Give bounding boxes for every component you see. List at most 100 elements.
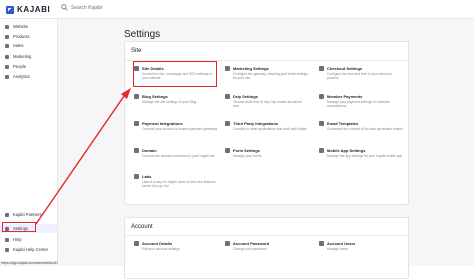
tile-desc: Change your password: [233, 247, 267, 251]
card-icon: [134, 121, 139, 126]
tile-desc: Customize the content of the auto genera…: [327, 127, 403, 131]
tile-labs[interactable]: Labs Labs is a way for Kajabi users to te…: [134, 174, 219, 202]
tile-title: Payment Integrations: [142, 121, 183, 126]
users-icon: [319, 241, 324, 246]
tile-desc: Connect your account to trusted payment …: [142, 127, 218, 131]
tile-blog-settings[interactable]: Blog Settings Manage the site settings of…: [134, 94, 219, 122]
search-bar[interactable]: [61, 4, 171, 11]
blog-icon: [134, 94, 139, 99]
section-heading: Account: [131, 224, 153, 230]
tile-mobile-app-settings[interactable]: Mobile App Settings Manage the app settin…: [319, 148, 404, 176]
sidebar-item-label: Marketing: [13, 54, 32, 59]
tile-title: Checkout Settings: [327, 66, 363, 71]
tile-desc: Edit your account settings: [142, 247, 180, 251]
tile-title: Member Payments: [327, 94, 363, 99]
tile-desc: Labs is a way for Kajabi users to test n…: [142, 180, 216, 188]
sidebar-item-kajabi-partners[interactable]: Kajabi Partners: [0, 210, 57, 219]
sidebar-item-label: Analytics: [13, 74, 30, 79]
search-input[interactable]: [71, 4, 171, 11]
sidebar-item-label: Help: [13, 237, 22, 242]
tile-desc: Configure the look and feel of your chec…: [327, 72, 392, 80]
logo-text: KAJABI: [17, 5, 51, 14]
form-icon: [225, 148, 230, 153]
email-icon: [319, 121, 324, 126]
tile-title: Mobile App Settings: [327, 148, 366, 153]
sidebar-item-label: Website: [13, 24, 29, 29]
tile-drip-settings[interactable]: Drip Settings Choose what time of day Dri…: [225, 94, 310, 122]
tile-title: Account Users: [327, 241, 356, 246]
tile-desc: Connect the domain connected to your Kaj…: [142, 154, 215, 158]
sidebar-item-label: Kajabi Partners: [13, 212, 42, 217]
tile-domain[interactable]: Domain Connect the domain connected to yo…: [134, 148, 219, 176]
tile-title: Account Details: [142, 241, 173, 246]
help-icon: [5, 237, 9, 242]
divider: [125, 235, 408, 236]
sidebar-item-marketing[interactable]: Marketing: [0, 52, 57, 61]
flask-icon: [134, 174, 139, 179]
tile-desc: Choose what time of day Drip emails shou…: [233, 100, 302, 108]
sidebar-item-label: Kajabi Help Center: [13, 247, 49, 252]
sidebar-item-people[interactable]: People: [0, 62, 57, 71]
tile-desc: Connect to other applications that work …: [233, 127, 307, 131]
tile-form-settings[interactable]: Form Settings Manage your forms: [225, 148, 310, 176]
tile-desc: Manage the app settings for your Kajabi …: [327, 154, 403, 158]
tile-third-party-integrations[interactable]: Third Party Integrations Connect to other…: [225, 121, 310, 149]
tile-title: Email Templates: [327, 121, 359, 126]
tile-desc: Configure the gateway, branding and emai…: [233, 72, 308, 80]
search-icon: [61, 4, 68, 11]
tile-desc: Manage users: [327, 247, 348, 251]
tile-desc: Manage the site settings of your Blog: [142, 100, 197, 104]
sidebar-item-products[interactable]: Products: [0, 32, 57, 41]
kajabi-logo-icon: [6, 5, 14, 14]
drip-icon: [225, 94, 230, 99]
tile-account-password[interactable]: Account Password Change your password: [225, 241, 310, 269]
kajabi-logo[interactable]: KAJABI: [6, 5, 50, 14]
tile-title: Third Party Integrations: [233, 121, 279, 126]
site-details-highlight-box: [133, 61, 217, 87]
sidebar-item-help[interactable]: Help: [0, 235, 57, 244]
lock-icon: [225, 241, 230, 246]
megaphone-icon: [5, 54, 9, 59]
settings-highlight-box: [2, 222, 36, 232]
tile-account-details[interactable]: Account Details Edit your account setting…: [134, 241, 219, 269]
page-title: Settings: [124, 29, 161, 40]
monitor-icon: [5, 24, 9, 29]
sidebar-item-label: Products: [13, 34, 30, 39]
sidebar-item-sales[interactable]: Sales: [0, 41, 57, 50]
sidebar-item-label: Sales: [13, 43, 24, 48]
tile-title: Marketing Settings: [233, 66, 269, 71]
box-icon: [5, 34, 9, 39]
payment-icon: [319, 94, 324, 99]
chart-icon: [5, 74, 9, 79]
tile-account-users[interactable]: Account Users Manage users: [319, 241, 404, 269]
globe-icon: [134, 148, 139, 153]
tile-title: Labs: [142, 174, 152, 179]
tile-member-payments[interactable]: Member Payments Manage your payment setti…: [319, 94, 404, 122]
tile-title: Drip Settings: [233, 94, 258, 99]
people-icon: [5, 64, 9, 69]
tile-marketing-settings[interactable]: Marketing Settings Configure the gateway,…: [225, 66, 310, 94]
account-icon: [134, 241, 139, 246]
account-settings-card: Account Account Details Edit your account…: [124, 217, 409, 279]
tile-desc: Manage your payment settings for member …: [327, 100, 390, 108]
puzzle-icon: [225, 121, 230, 126]
tile-title: Form Settings: [233, 148, 260, 153]
mobile-icon: [319, 148, 324, 153]
tile-desc: Manage your forms: [233, 154, 262, 158]
top-bar: KAJABI: [0, 0, 474, 19]
main-content: Settings Site Site Details Control the in…: [58, 19, 474, 279]
sidebar-item-website[interactable]: Website: [0, 22, 57, 31]
tag-icon: [5, 43, 9, 48]
tile-title: Domain: [142, 148, 157, 153]
sidebar-item-label: People: [13, 64, 27, 69]
tile-email-templates[interactable]: Email Templates Customize the content of …: [319, 121, 404, 149]
megaphone-icon: [225, 66, 230, 71]
tile-checkout-settings[interactable]: Checkout Settings Configure the look and …: [319, 66, 404, 94]
section-heading: Site: [131, 48, 142, 54]
sidebar-item-analytics[interactable]: Analytics: [0, 72, 57, 81]
sidebar-item-help-center[interactable]: Kajabi Help Center: [0, 245, 57, 254]
handshake-icon: [5, 212, 9, 217]
tile-payment-integrations[interactable]: Payment Integrations Connect your account…: [134, 121, 219, 149]
tile-title: Account Password: [233, 241, 270, 246]
book-icon: [5, 247, 9, 252]
